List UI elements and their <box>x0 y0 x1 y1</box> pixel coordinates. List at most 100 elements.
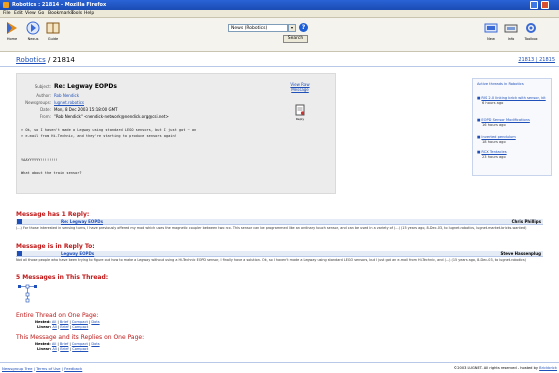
nexus-icon <box>26 21 40 35</box>
replies-nested-all-link[interactable]: All <box>52 342 56 346</box>
reply-snippet: (...) For those interested in sensing tu… <box>16 226 527 230</box>
replies-linear-all-link[interactable]: All <box>52 347 56 351</box>
entire-linear-brief-link[interactable]: Brief <box>60 325 68 329</box>
toolbox-icon <box>526 23 536 33</box>
entire-linear-compact-link[interactable]: Compact <box>72 325 88 329</box>
body-line: What about the train sensor? <box>21 171 82 175</box>
replies-linear-options: Linear: All | Brief | Compact <box>37 347 89 351</box>
message-marker-icon <box>17 219 22 224</box>
prev-message-link[interactable]: 21813 <box>518 57 534 63</box>
reply-title-link[interactable]: Re: Legway EOPDs <box>61 219 103 224</box>
replies-linear-brief-link[interactable]: Brief <box>60 347 68 351</box>
chevron-down-icon[interactable]: ▾ <box>288 24 296 32</box>
replies-linear-compact-link[interactable]: Compact <box>72 347 88 351</box>
search-button[interactable]: Search <box>283 35 308 43</box>
message-from: "Rob Nendick" <nendick-network@nendick.o… <box>54 114 169 119</box>
reply-author: Chris Phillips <box>511 219 541 224</box>
sidebar-title: Active threads in Robotics <box>477 82 524 86</box>
thread-node[interactable] <box>25 298 30 303</box>
new-button[interactable]: New <box>482 21 500 47</box>
replies-nested-compact-link[interactable]: Compact <box>72 342 88 346</box>
entire-nested-brief-link[interactable]: Brief <box>60 320 68 324</box>
reply-row[interactable]: Re: Legway EOPDs Chris Phillips <box>16 219 543 225</box>
new-icon <box>484 23 498 33</box>
thread-heading: 5 Messages in This Thread: <box>16 274 109 281</box>
body-line: > e-mail from Hi-Technic, and they're st… <box>21 134 177 138</box>
replies-nested-dots-link[interactable]: Dots <box>91 342 99 346</box>
search-scope-select[interactable]: News (Robotics) <box>228 24 288 32</box>
breadcrumb-robotics-link[interactable]: Robotics <box>16 56 46 64</box>
breadcrumb: Robotics / 21814 21813 | 21815 <box>0 53 559 67</box>
menu-edit[interactable]: Edit <box>14 11 23 16</box>
nexus-button[interactable]: Nexus <box>24 21 42 47</box>
menu-tools[interactable]: Tools <box>71 11 82 16</box>
toolbar: Home Nexus Guide News (Robotics) ▾ ? Sea… <box>0 18 559 52</box>
entire-thread-heading: Entire Thread on One Page: <box>16 312 99 319</box>
thread-tree[interactable] <box>18 284 58 304</box>
body-line: YAAYYYYYY!!!!!!!! <box>21 158 58 162</box>
thread-node[interactable] <box>25 284 30 289</box>
sidebar-item-link[interactable]: EOPD Sensor Modifications <box>481 118 529 122</box>
sidebar-item-link[interactable]: RIS 2.0 linking brick with sensor, kit <box>481 96 545 100</box>
replies-page-heading: This Message and its Replies on One Page… <box>16 334 145 341</box>
entire-linear-all-link[interactable]: All <box>52 325 56 329</box>
close-button[interactable] <box>541 1 549 9</box>
message-number: 21814 <box>52 56 75 64</box>
thread-node[interactable] <box>18 285 21 288</box>
thread-node[interactable] <box>25 292 30 297</box>
info-icon <box>504 24 518 33</box>
sidebar-item: ■Inverted pendulum 18 hours ago <box>477 135 516 144</box>
menu-help[interactable]: Help <box>84 11 94 16</box>
message-panel: Subject: Re: Legway EOPDs Author: Rob Nend… <box>16 73 336 194</box>
terms-of-use-link[interactable]: Terms of Use <box>36 366 60 371</box>
home-button[interactable]: Home <box>3 21 21 47</box>
active-threads-sidebar: Active threads in Robotics ■RIS 2.0 link… <box>472 78 552 176</box>
subject-row: Subject: Re: Legway EOPDs <box>34 83 117 90</box>
newsgroups-row: Newsgroups: lugnet.robotics <box>25 100 84 105</box>
inreply-snippet: Not all those people who have been tryin… <box>16 258 526 262</box>
minimize-button[interactable] <box>530 1 538 9</box>
menu-go[interactable]: Go <box>38 11 44 16</box>
inreply-author: Steve Hassenplug <box>500 251 541 256</box>
home-icon <box>7 22 17 34</box>
guide-button[interactable]: Guide <box>44 21 62 47</box>
message-subject: Re: Legway EOPDs <box>54 83 117 90</box>
info-button[interactable]: Info <box>502 21 520 47</box>
newsgroup-tree-link[interactable]: Newsgroup Tree <box>2 366 32 371</box>
menu-view[interactable]: View <box>25 11 36 16</box>
author-row: Author: Rob Nendick <box>36 93 80 98</box>
host-link[interactable]: Brickbrick <box>539 366 557 370</box>
menu-file[interactable]: File <box>3 11 11 16</box>
thread-node[interactable] <box>34 285 37 288</box>
window-title: Robotics : 21814 - Mozilla Firefox <box>12 2 107 8</box>
page-footer: Newsgroup Tree | Terms of Use | Feedback… <box>0 362 559 373</box>
window-titlebar: Robotics : 21814 - Mozilla Firefox <box>0 0 559 10</box>
sidebar-item-link[interactable]: RCX Tentacles <box>481 150 506 154</box>
help-icon[interactable]: ? <box>299 23 308 32</box>
sidebar-item: ■RCX Tentacles 23 hours ago <box>477 150 507 159</box>
date-row: Date: Mon, 8 Dec 2003 15:18:00 GMT <box>40 107 118 112</box>
message-marker-icon <box>17 251 22 256</box>
menu-bar: File Edit View Go Bookmarks Tools Help <box>0 10 559 18</box>
menu-bookmarks[interactable]: Bookmarks <box>48 11 73 16</box>
feedback-link[interactable]: Feedback <box>64 366 82 371</box>
reply-button[interactable]: Reply <box>293 104 307 121</box>
replies-nested-options: Nested: All | Brief | Compact | Dots <box>35 342 100 346</box>
replies-heading: Message has 1 Reply: <box>16 211 90 218</box>
entire-nested-dots-link[interactable]: Dots <box>91 320 99 324</box>
inreply-row[interactable]: Legway EOPDs Steve Hassenplug <box>16 251 543 257</box>
newsgroup-link[interactable]: lugnet.robotics <box>54 100 84 105</box>
replies-nested-brief-link[interactable]: Brief <box>60 342 68 346</box>
body-line: > Ok, so I haven't made a Legway using s… <box>21 128 197 132</box>
sidebar-item-link[interactable]: Inverted pendulum <box>481 135 515 139</box>
next-message-link[interactable]: 21815 <box>539 57 555 63</box>
sidebar-item: ■EOPD Sensor Modifications 16 hours ago <box>477 118 530 127</box>
inreply-heading: Message is in Reply To: <box>16 243 95 250</box>
inreply-title-link[interactable]: Legway EOPDs <box>61 251 94 256</box>
toolbox-button[interactable]: Toolbox <box>522 21 540 47</box>
entire-nested-options: Nested: All | Brief | Compact | Dots <box>35 320 100 324</box>
entire-nested-compact-link[interactable]: Compact <box>72 320 88 324</box>
sidebar-item: ■RIS 2.0 linking brick with sensor, kit … <box>477 96 546 105</box>
view-raw-message-link[interactable]: View Raw Message <box>287 82 313 92</box>
entire-nested-all-link[interactable]: All <box>52 320 56 324</box>
